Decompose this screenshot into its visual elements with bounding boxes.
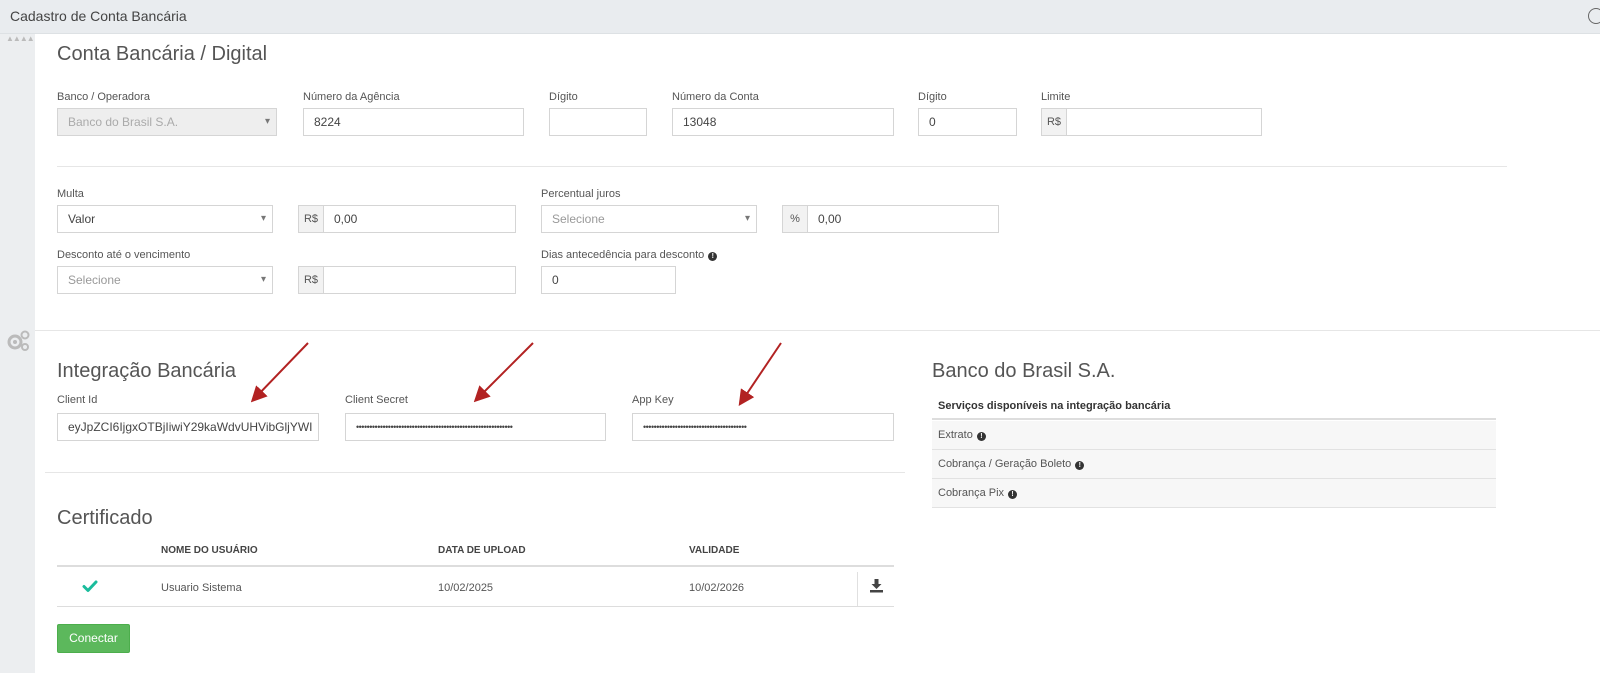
label-banco: Banco / Operadora bbox=[57, 91, 150, 103]
multa-type-select[interactable]: Valor bbox=[57, 205, 273, 233]
service-label: Cobrança Pix bbox=[938, 487, 1005, 499]
collapse-handle-icon[interactable]: ▲▲▲▲ bbox=[6, 35, 35, 43]
agencia-input[interactable]: 8224 bbox=[303, 108, 524, 136]
label-desconto: Desconto até o vencimento bbox=[57, 249, 191, 261]
desconto-value-input[interactable] bbox=[323, 266, 516, 294]
cert-validity-date: 10/02/2026 bbox=[689, 582, 745, 594]
bank-services-title: Banco do Brasil S.A. bbox=[932, 360, 1116, 382]
window-titlebar: Cadastro de Conta Bancária bbox=[0, 0, 1600, 34]
app-key-input[interactable]: ••••••••••••••••••••••••••••••••••••••• bbox=[632, 413, 894, 441]
limite-prefix: R$ bbox=[1041, 108, 1067, 136]
desconto-prefix: R$ bbox=[298, 266, 324, 294]
annotation-arrows bbox=[250, 342, 782, 406]
download-icon bbox=[870, 579, 883, 593]
multa-value-input[interactable]: 0,00 bbox=[323, 205, 516, 233]
label-multa: Multa bbox=[57, 188, 84, 200]
client-id-input[interactable]: eyJpZCI6IjgxOTBjIiwiY29kaWdvUHVibGljYWI bbox=[57, 413, 319, 441]
label-juros: Percentual juros bbox=[541, 188, 621, 200]
section-title-certificado: Certificado bbox=[57, 507, 153, 529]
label-app-key: App Key bbox=[632, 394, 674, 406]
label-dias: Dias antecedência para desconto! bbox=[541, 249, 718, 261]
section-divider bbox=[35, 330, 1600, 331]
service-label: Extrato bbox=[938, 429, 973, 441]
section-title-conta: Conta Bancária / Digital bbox=[57, 43, 268, 65]
label-dias-text: Dias antecedência para desconto bbox=[541, 249, 705, 261]
info-icon[interactable]: ! bbox=[1008, 490, 1018, 499]
label-client-id: Client Id bbox=[57, 394, 98, 406]
window-control-icon[interactable] bbox=[1588, 8, 1600, 24]
download-button[interactable] bbox=[857, 572, 894, 606]
connect-button[interactable]: Conectar bbox=[57, 624, 130, 653]
gears-icon bbox=[7, 330, 30, 351]
service-row-extrato: Extrato! bbox=[932, 421, 1496, 450]
juros-prefix: % bbox=[782, 205, 808, 233]
column-header-nome: NOME DO USUÁRIO bbox=[161, 545, 258, 556]
conta-input[interactable]: 13048 bbox=[672, 108, 894, 136]
annotation-arrow bbox=[738, 342, 782, 406]
column-header-upload: DATA DE UPLOAD bbox=[438, 545, 526, 556]
checkmark-icon bbox=[82, 580, 98, 592]
juros-value-input[interactable]: 0,00 bbox=[807, 205, 999, 233]
table-row-line bbox=[57, 606, 894, 607]
info-icon[interactable]: ! bbox=[976, 432, 986, 441]
digito-agencia-input[interactable] bbox=[549, 108, 647, 136]
juros-type-value: Selecione bbox=[552, 212, 605, 226]
table-header-line bbox=[57, 565, 894, 567]
left-sidebar: ▲▲▲▲ bbox=[0, 34, 35, 673]
cert-upload-date: 10/02/2025 bbox=[438, 582, 494, 594]
divider bbox=[45, 472, 905, 473]
label-agencia: Número da Agência bbox=[303, 91, 400, 103]
banco-select[interactable]: Banco do Brasil S.A. bbox=[57, 108, 277, 136]
limite-input[interactable] bbox=[1066, 108, 1262, 136]
info-icon[interactable]: ! bbox=[1075, 461, 1085, 470]
desconto-type-select[interactable]: Selecione bbox=[57, 266, 273, 294]
multa-type-value: Valor bbox=[68, 212, 96, 226]
service-label: Cobrança / Geração Boleto bbox=[938, 458, 1072, 470]
label-digito-conta: Dígito bbox=[918, 91, 947, 103]
cert-user: Usuario Sistema bbox=[161, 582, 242, 594]
annotation-arrow bbox=[250, 342, 309, 403]
dias-input[interactable]: 0 bbox=[541, 266, 676, 294]
label-digito-agencia: Dígito bbox=[549, 91, 578, 103]
services-header: Serviços disponíveis na integração bancá… bbox=[932, 392, 1496, 420]
client-secret-input[interactable]: ••••••••••••••••••••••••••••••••••••••••… bbox=[345, 413, 606, 441]
label-client-secret: Client Secret bbox=[345, 394, 408, 406]
column-header-validade: VALIDADE bbox=[689, 545, 740, 556]
label-limite: Limite bbox=[1041, 91, 1071, 103]
section-title-integracao: Integração Bancária bbox=[57, 360, 237, 382]
service-row-pix: Cobrança Pix! bbox=[932, 479, 1496, 508]
banco-select-value: Banco do Brasil S.A. bbox=[68, 115, 179, 129]
label-conta: Número da Conta bbox=[672, 91, 759, 103]
annotation-arrow bbox=[473, 342, 534, 403]
window-title: Cadastro de Conta Bancária bbox=[10, 8, 187, 24]
juros-type-select[interactable]: Selecione bbox=[541, 205, 757, 233]
info-icon[interactable]: ! bbox=[708, 252, 718, 261]
service-row-boleto: Cobrança / Geração Boleto! bbox=[932, 450, 1496, 479]
digito-conta-input[interactable]: 0 bbox=[918, 108, 1017, 136]
divider bbox=[57, 166, 1507, 167]
multa-prefix: R$ bbox=[298, 205, 324, 233]
desconto-type-value: Selecione bbox=[68, 273, 121, 287]
